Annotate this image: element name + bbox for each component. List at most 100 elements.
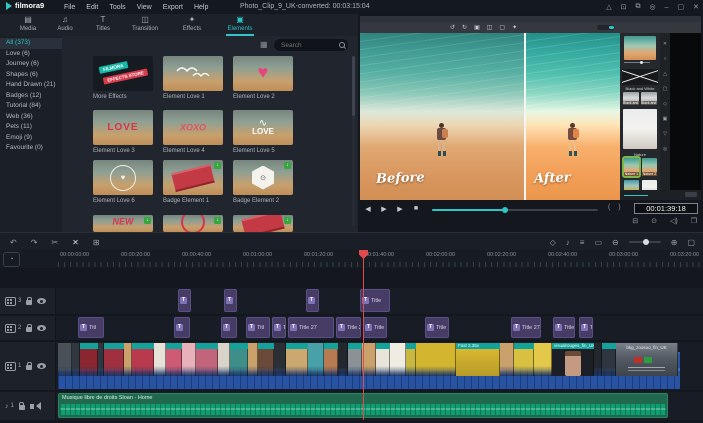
seek-knob[interactable] — [502, 206, 508, 213]
title-clip[interactable]: T Title 27 — [511, 317, 541, 338]
video-clip[interactable] — [182, 343, 196, 376]
title-clip[interactable]: TTi — [272, 317, 286, 338]
timeline-zoom-slider[interactable] — [628, 239, 661, 245]
fullscreen-icon[interactable]: ❒ — [691, 217, 697, 225]
search-box[interactable] — [274, 39, 348, 51]
grid-item[interactable]: ♥ Element Love 6 — [93, 160, 153, 204]
title-clip[interactable]: T — [306, 289, 319, 312]
title-clip[interactable]: T Titl — [246, 317, 270, 338]
sidebar-item-tutorial[interactable]: Tutorial (84) — [0, 101, 62, 112]
video-clip[interactable] — [362, 343, 376, 376]
next-frame-button[interactable]: ▶ — [392, 205, 408, 213]
video-clip[interactable] — [58, 343, 72, 376]
title-clip[interactable]: T — [224, 289, 237, 312]
display-device-icon[interactable]: ⊟ — [632, 217, 638, 225]
grid-item[interactable]: ⊙ ↓ Badge Element 2 — [233, 160, 293, 204]
preview-seekbar[interactable] — [432, 206, 598, 213]
mute-track-icon[interactable] — [29, 401, 41, 410]
device-icon[interactable]: ⊡ — [621, 3, 627, 11]
lock-track-icon[interactable] — [26, 323, 33, 332]
timecode-settings-icon[interactable]: ◔ — [3, 252, 20, 267]
video-clip[interactable] — [218, 343, 230, 376]
title-clip[interactable]: T Title — [425, 317, 449, 338]
previous-frame-button[interactable]: ◀ — [360, 205, 376, 213]
undo-icon[interactable]: ↶ — [10, 238, 17, 247]
title-clip[interactable]: T Title 2 — [336, 317, 361, 338]
grid-item[interactable]: ↓ — [163, 215, 223, 232]
menu-file[interactable]: File — [64, 4, 75, 11]
grid-scrollbar[interactable] — [352, 56, 355, 226]
title-clip[interactable]: T — [178, 289, 191, 312]
split-scissors-icon[interactable]: ✂ — [51, 238, 58, 247]
menu-export[interactable]: Export — [163, 4, 183, 11]
mixer-icon[interactable]: ≡ — [580, 238, 585, 247]
grid-item[interactable]: ♥ Element Love 2 — [233, 56, 293, 100]
redo-icon[interactable]: ↷ — [31, 238, 38, 247]
menu-help[interactable]: Help — [194, 4, 208, 11]
voiceover-mic-icon[interactable]: ♪ — [566, 238, 570, 247]
sidebar-item-love[interactable]: Love (6) — [0, 49, 62, 60]
title-clip[interactable]: T Title — [363, 317, 387, 338]
title-clip[interactable]: T Title — [360, 289, 390, 312]
notification-icon[interactable]: △ — [606, 3, 611, 11]
video-clip[interactable] — [500, 343, 514, 376]
grid-view-icon[interactable]: ▦ — [260, 40, 268, 49]
title-clip[interactable]: T Title 27 — [288, 317, 334, 338]
delete-icon[interactable]: ✕ — [72, 238, 79, 247]
sidebar-item-journey[interactable]: Journey (6) — [0, 59, 62, 70]
sidebar-item-shapes[interactable]: Shapes (6) — [0, 70, 62, 81]
video-clip[interactable] — [124, 343, 132, 376]
close-button[interactable]: ✕ — [693, 3, 699, 11]
minimize-button[interactable]: – — [665, 4, 669, 11]
video-clip[interactable] — [154, 343, 166, 376]
background-clip[interactable]: bkg_zoosoo_fin_UK — [616, 343, 678, 376]
volume-icon[interactable]: ◁) — [670, 217, 678, 225]
sidebar-item-badges[interactable]: Badges (12) — [0, 91, 62, 102]
video-clip[interactable] — [534, 343, 552, 376]
layout-icon[interactable]: ⧉ — [635, 3, 640, 11]
snapshot-camera-icon[interactable]: ⊙ — [651, 217, 657, 225]
video-clip[interactable] — [72, 343, 80, 376]
mark-in-out-icon[interactable]: ( ) — [608, 204, 624, 211]
video-clip[interactable] — [274, 343, 286, 376]
video-clip[interactable] — [248, 343, 258, 376]
video-clip[interactable] — [308, 343, 324, 376]
timeline-ruler[interactable]: ◔ 00:00:00:00 00:00:20:00 00:00:40:00 00:01… — [0, 250, 703, 268]
sidebar-item-favourite[interactable]: Favourite (0) — [0, 143, 62, 154]
title-clip[interactable]: T — [174, 317, 190, 338]
tab-titles[interactable]: T Titles — [81, 15, 125, 33]
menu-edit[interactable]: Edit — [86, 4, 98, 11]
toggle-visibility-icon[interactable] — [37, 363, 47, 369]
tab-transition[interactable]: ◫ Transition — [123, 15, 167, 33]
grid-item[interactable]: NEW ↓ — [93, 215, 153, 232]
video-clip[interactable] — [416, 343, 456, 376]
lock-track-icon[interactable] — [26, 361, 33, 370]
sidebar-item-hand[interactable]: Hand Drawn (21) — [0, 80, 62, 91]
grid-item[interactable]: LOVE ∿ Element Love 5 — [233, 110, 293, 154]
play-button[interactable]: ▶ — [376, 205, 392, 213]
grid-item[interactable]: LOVE Element Love 3 — [93, 110, 153, 154]
lock-track-icon[interactable] — [18, 401, 25, 410]
sidebar-item-pets[interactable]: Pets (11) — [0, 122, 62, 133]
sidebar-item-emoji[interactable]: Emoji (9) — [0, 133, 62, 144]
menu-tools[interactable]: Tools — [109, 4, 125, 11]
stop-button[interactable]: ■ — [408, 205, 424, 213]
lock-track-icon[interactable] — [26, 296, 33, 305]
zoom-out-icon[interactable]: ⊖ — [612, 238, 619, 247]
title-clip[interactable]: T Title — [553, 317, 575, 338]
sidebar-item-web[interactable]: Web (36) — [0, 112, 62, 123]
maximize-button[interactable]: ▢ — [678, 3, 685, 11]
search-input[interactable] — [279, 40, 339, 50]
video-clip[interactable] — [594, 343, 602, 376]
sidebar-item-all[interactable]: All (373) — [0, 38, 62, 49]
fit-timeline-icon[interactable]: ▢ — [687, 238, 695, 247]
grid-item[interactable]: Element Love 1 — [163, 56, 223, 100]
tab-effects[interactable]: ✦ Effects — [170, 15, 214, 33]
video-clip[interactable] — [390, 343, 406, 376]
crop-icon[interactable]: ⊞ — [93, 238, 100, 247]
zoom-in-icon[interactable]: ⊕ — [671, 238, 678, 247]
grid-item[interactable]: FILMORA EFFECTS STORE More Effects — [93, 56, 153, 100]
toggle-visibility-icon[interactable] — [37, 298, 47, 304]
video-clip[interactable] — [338, 343, 348, 376]
menu-view[interactable]: View — [137, 4, 152, 11]
